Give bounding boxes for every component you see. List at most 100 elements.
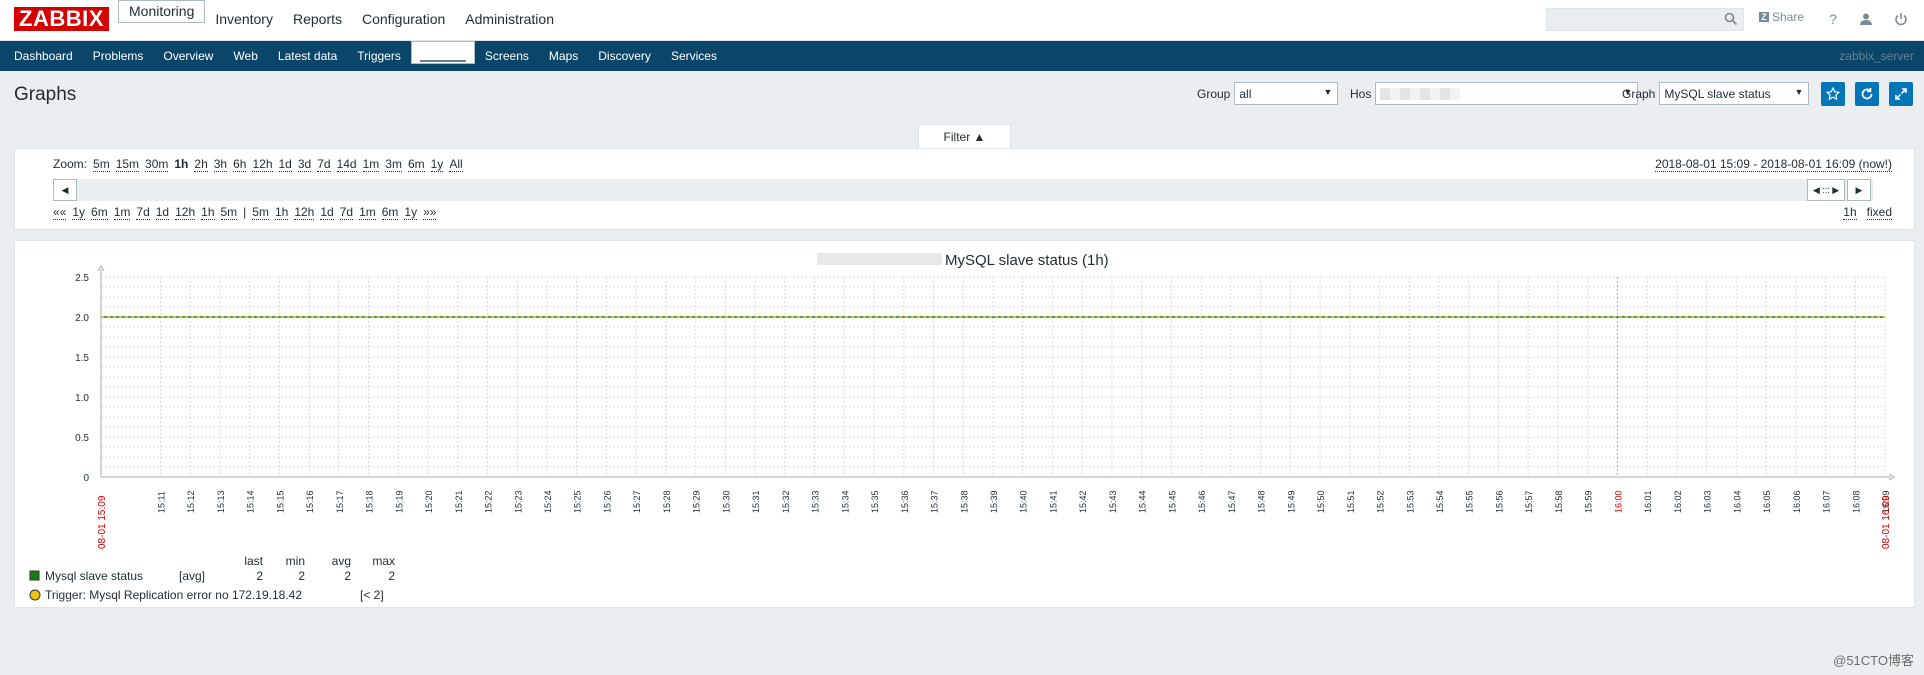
zoom-option[interactable]: 2h: [194, 157, 208, 172]
shift-forward-option[interactable]: 12h: [294, 205, 315, 220]
group-label: Group: [1197, 86, 1231, 101]
zoom-option[interactable]: 1y: [430, 157, 444, 172]
zoom-option[interactable]: 30m: [145, 157, 169, 172]
legend-trigger-label: Trigger: Mysql Replication error no 172.…: [45, 588, 302, 602]
shift-back-option[interactable]: 5m: [220, 205, 238, 220]
submenu-web[interactable]: Web: [223, 41, 267, 71]
scroll-left-button[interactable]: ◀: [53, 179, 77, 201]
shift-back-option[interactable]: 1m: [113, 205, 131, 220]
shift-forward-option[interactable]: 1h: [274, 205, 289, 220]
submenu-screens[interactable]: Screens: [475, 41, 539, 71]
search-input[interactable]: [1546, 8, 1744, 31]
shift-back-option[interactable]: 12h: [175, 205, 196, 220]
submenu-discovery[interactable]: Discovery: [588, 41, 661, 71]
menu-configuration[interactable]: Configuration: [352, 0, 455, 41]
shift-forward-option[interactable]: 7d: [339, 205, 354, 220]
x-tick-label: 15:15: [275, 490, 285, 513]
shift-forward-option[interactable]: »»: [423, 205, 437, 220]
host-select[interactable]: ▼: [1375, 82, 1639, 105]
x-tick-label: 15:44: [1138, 490, 1148, 513]
zoom-option[interactable]: 3h: [213, 157, 228, 172]
favourite-button[interactable]: [1821, 82, 1845, 106]
menu-monitoring[interactable]: Monitoring: [118, 0, 206, 23]
menu-inventory[interactable]: Inventory: [205, 0, 283, 41]
graph-chart: MySQL slave status (1h)2.52.01.51.00.500…: [29, 252, 1895, 602]
zoom-option[interactable]: 12h: [252, 157, 273, 172]
filter-tab[interactable]: Filter ▲: [918, 124, 1011, 149]
zoom-option[interactable]: 3d: [297, 157, 312, 172]
x-tick-label: 15:19: [394, 490, 404, 513]
zoom-option[interactable]: All: [449, 157, 463, 172]
time-scrollbar[interactable]: ◀ ◀ ::: ▶ ▶: [53, 179, 1873, 201]
share-button[interactable]: Z Share: [1759, 10, 1804, 24]
submenu-latest-data[interactable]: Latest data: [268, 41, 347, 71]
submenu-services[interactable]: Services: [661, 41, 727, 71]
period-value[interactable]: 1h: [1843, 205, 1857, 220]
x-tick-label: 16:03: [1703, 490, 1713, 513]
group-select[interactable]: all ▼: [1234, 82, 1339, 105]
zoom-option[interactable]: 1h: [174, 157, 188, 172]
zoom-option[interactable]: 15m: [115, 157, 140, 172]
shift-forward-option[interactable]: 1y: [404, 205, 418, 220]
graph-label: Graph: [1622, 86, 1656, 101]
fixed-toggle[interactable]: fixed: [1866, 205, 1892, 220]
shift-back-option[interactable]: 1h: [201, 205, 215, 220]
zoom-option[interactable]: 1d: [278, 157, 292, 172]
zoom-option[interactable]: 1m: [362, 157, 380, 172]
x-tick-label: 15:23: [513, 490, 523, 513]
shift-forward-option[interactable]: 1m: [359, 205, 376, 220]
shift-back-option[interactable]: 6m: [91, 205, 108, 220]
handle-icon: ◀ ::: ▶: [1812, 184, 1840, 195]
x-tick-label: 15:13: [216, 490, 226, 513]
zabbix-logo[interactable]: ZABBIX: [14, 7, 109, 31]
arrow-left-icon: ◀: [61, 184, 69, 195]
zoom-option[interactable]: 6h: [233, 157, 247, 172]
search-icon[interactable]: [1724, 12, 1738, 26]
menu-reports[interactable]: Reports: [283, 0, 352, 41]
zoom-option[interactable]: 5m: [93, 157, 110, 172]
submenu-dashboard[interactable]: Dashboard: [4, 41, 83, 71]
x-tick-label: 15:51: [1346, 490, 1356, 513]
x-tick-label: 15:46: [1197, 490, 1207, 513]
scroll-right-button[interactable]: ▶: [1847, 179, 1871, 201]
chevron-down-icon: ▼: [1323, 87, 1333, 97]
legend-trigger-cond: [< 2]: [360, 588, 384, 602]
x-tick-label: 16:00: [1613, 490, 1623, 513]
date-range[interactable]: 2018-08-01 15:09 - 2018-08-01 16:09 (now…: [1655, 157, 1892, 172]
shift-back-option[interactable]: 1y: [72, 205, 86, 220]
graph-select[interactable]: MySQL slave status ▼: [1659, 82, 1810, 105]
help-icon[interactable]: ?: [1823, 9, 1843, 29]
legend-last-value: 2: [256, 569, 263, 583]
shift-back-option[interactable]: 7d: [136, 205, 150, 220]
shift-forward-option[interactable]: 6m: [381, 205, 399, 220]
menu-administration[interactable]: Administration: [455, 0, 564, 41]
zoom-option[interactable]: 14d: [336, 157, 357, 172]
x-tick-label: 15:54: [1435, 490, 1445, 513]
scroll-handle[interactable]: ◀ ::: ▶: [1807, 179, 1845, 201]
x-tick-label: 16:07: [1822, 490, 1832, 513]
submenu-triggers[interactable]: Triggers: [347, 41, 411, 71]
shift-back-option[interactable]: ««: [53, 205, 67, 220]
shift-forward-option[interactable]: 5m: [252, 205, 269, 220]
x-tick-label: 15:43: [1108, 490, 1118, 513]
zoom-option[interactable]: 7d: [317, 157, 331, 172]
shift-separator: |: [243, 205, 247, 219]
submenu-maps[interactable]: Maps: [539, 41, 588, 71]
legend-swatch: [29, 570, 40, 581]
user-icon[interactable]: [1856, 9, 1876, 29]
arrow-right-icon: ▶: [1855, 184, 1863, 195]
fullscreen-button[interactable]: [1889, 82, 1913, 106]
submenu-overview[interactable]: Overview: [153, 41, 223, 71]
power-icon[interactable]: [1891, 9, 1911, 29]
zoom-option[interactable]: 3m: [385, 157, 402, 172]
refresh-button[interactable]: [1855, 82, 1879, 106]
top-header: ZABBIX Monitoring Inventory Reports Conf…: [0, 0, 1924, 41]
x-tick-label: 15:33: [811, 490, 821, 513]
zoom-option[interactable]: 6m: [407, 157, 425, 172]
shift-forward-option[interactable]: 1d: [320, 205, 334, 220]
submenu-graphs[interactable]: Graphs: [410, 41, 475, 64]
graph-select-value: MySQL slave status: [1664, 86, 1771, 101]
y-tick-label: 2.0: [75, 313, 89, 324]
shift-back-option[interactable]: 1d: [155, 205, 170, 220]
submenu-problems[interactable]: Problems: [83, 41, 154, 71]
